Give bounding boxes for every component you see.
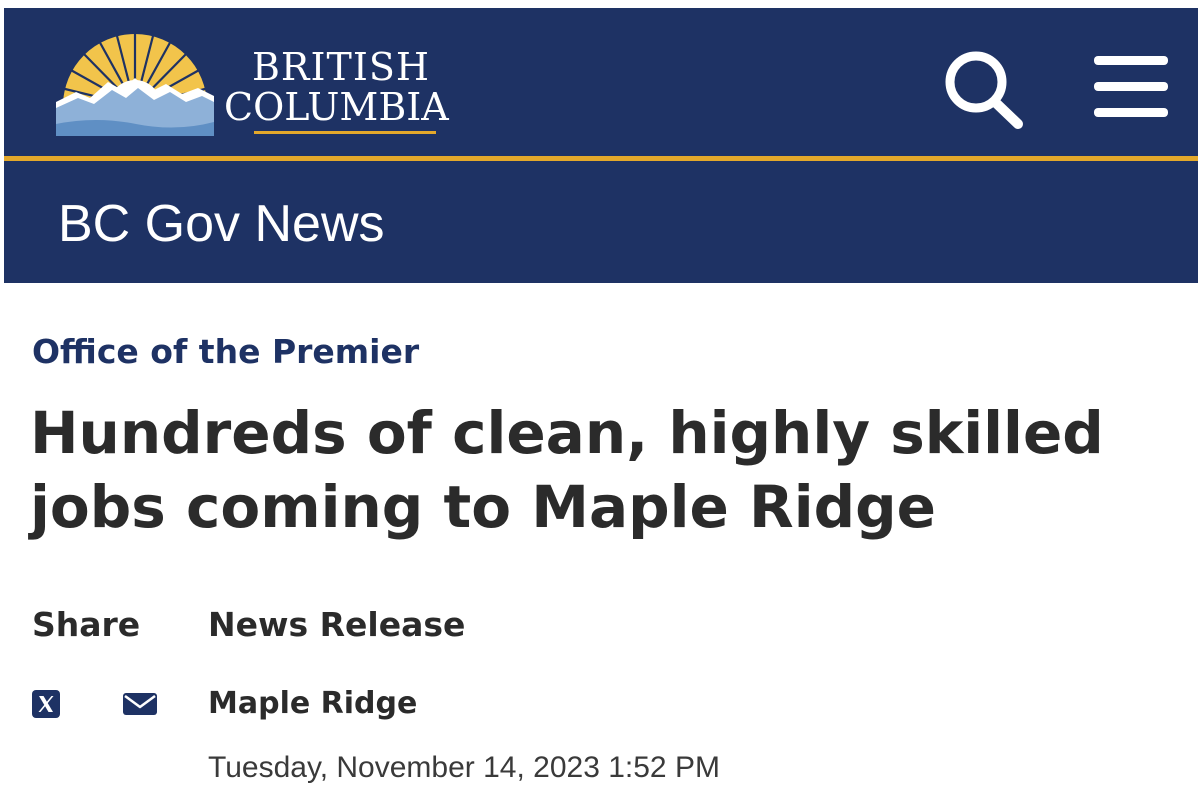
release-location: Maple Ridge [208,686,418,721]
share-email-button[interactable] [122,690,158,718]
share-x-button[interactable] [32,690,60,718]
logo-line-columbia: COLUMBIA [224,85,449,129]
search-icon [945,51,1023,129]
release-date: Tuesday, November 14, 2023 1:52 PM [208,751,720,784]
logo-line-british: BRITISH [252,45,431,89]
share-label: Share [32,605,141,644]
ministry-link[interactable]: Office of the Premier [32,332,419,372]
article-headline: Hundreds of clean, highly skilled jobs c… [30,399,1104,541]
hamburger-menu-icon [1094,56,1168,117]
mail-icon [123,693,157,715]
page: BRITISH COLUMBIA BC Gov News Office of t… [0,0,1198,798]
menu-button[interactable] [1090,52,1172,122]
bc-logo-icon[interactable] [56,30,214,136]
search-button[interactable] [938,46,1028,132]
logo-underline [254,131,436,134]
release-type: News Release [208,605,466,644]
x-twitter-icon [32,690,60,718]
site-title[interactable]: BC Gov News [58,194,385,254]
bc-logo-wordmark[interactable]: BRITISH COLUMBIA [224,48,449,126]
